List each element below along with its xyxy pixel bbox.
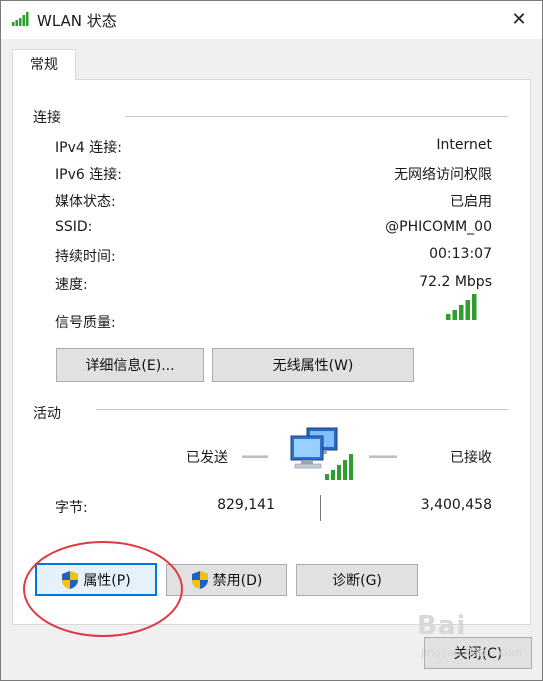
close-window-button[interactable]: ✕ xyxy=(496,1,542,39)
speed-value: 72.2 Mbps xyxy=(419,274,492,290)
duration-label: 持续时间: xyxy=(55,249,116,265)
signal-strength-icon xyxy=(446,294,477,320)
ssid-value: @PHICOMM_00 xyxy=(385,219,492,235)
watermark-sub: jingyan.baidu.com xyxy=(421,646,523,659)
bytes-received-value: 3,400,458 xyxy=(420,497,492,513)
bytes-label: 字节: xyxy=(55,500,88,516)
ipv6-value: 无网络访问权限 xyxy=(394,167,492,183)
wlan-status-window: WLAN 状态 ✕ 常规 连接 IPv4 连接: Internet IPv6 连… xyxy=(0,0,543,681)
activity-divider xyxy=(96,409,508,410)
duration-value: 00:13:07 xyxy=(429,246,492,262)
signal-quality-label: 信号质量: xyxy=(55,315,116,331)
media-state-value: 已启用 xyxy=(450,194,492,210)
media-state-label: 媒体状态: xyxy=(55,194,116,210)
general-panel: 连接 IPv4 连接: Internet IPv6 连接: 无网络访问权限 媒体… xyxy=(12,79,531,625)
window-title: WLAN 状态 xyxy=(37,12,117,30)
speed-label: 速度: xyxy=(55,277,88,293)
title-bar: WLAN 状态 ✕ xyxy=(1,1,542,39)
properties-button[interactable]: 属性(P) xyxy=(35,563,157,596)
properties-button-label: 属性(P) xyxy=(83,572,131,589)
activity-section-title: 活动 xyxy=(33,406,61,422)
wireless-properties-button[interactable]: 无线属性(W) xyxy=(212,348,414,382)
tab-general[interactable]: 常规 xyxy=(12,49,76,80)
connection-divider xyxy=(125,116,508,117)
bytes-sent-value: 829,141 xyxy=(217,497,275,513)
sent-line xyxy=(242,455,268,458)
disable-button-label: 禁用(D) xyxy=(212,573,263,589)
wifi-signal-icon xyxy=(12,12,29,26)
received-line xyxy=(369,455,397,458)
connection-section-title: 连接 xyxy=(33,110,61,126)
details-button[interactable]: 详细信息(E)... xyxy=(56,348,204,382)
bytes-divider xyxy=(320,495,321,521)
uac-shield-icon xyxy=(191,571,208,589)
sent-label: 已发送 xyxy=(186,450,228,466)
disable-button[interactable]: 禁用(D) xyxy=(166,564,287,596)
watermark-brand: Bai xyxy=(417,611,467,641)
ipv4-value: Internet xyxy=(436,137,492,153)
received-label: 已接收 xyxy=(450,450,492,466)
ssid-label: SSID: xyxy=(55,219,93,235)
network-computers-icon xyxy=(290,427,353,480)
ipv4-label: IPv4 连接: xyxy=(55,140,122,156)
ipv6-label: IPv6 连接: xyxy=(55,167,122,183)
uac-shield-icon xyxy=(62,570,79,589)
diagnose-button[interactable]: 诊断(G) xyxy=(296,564,418,596)
